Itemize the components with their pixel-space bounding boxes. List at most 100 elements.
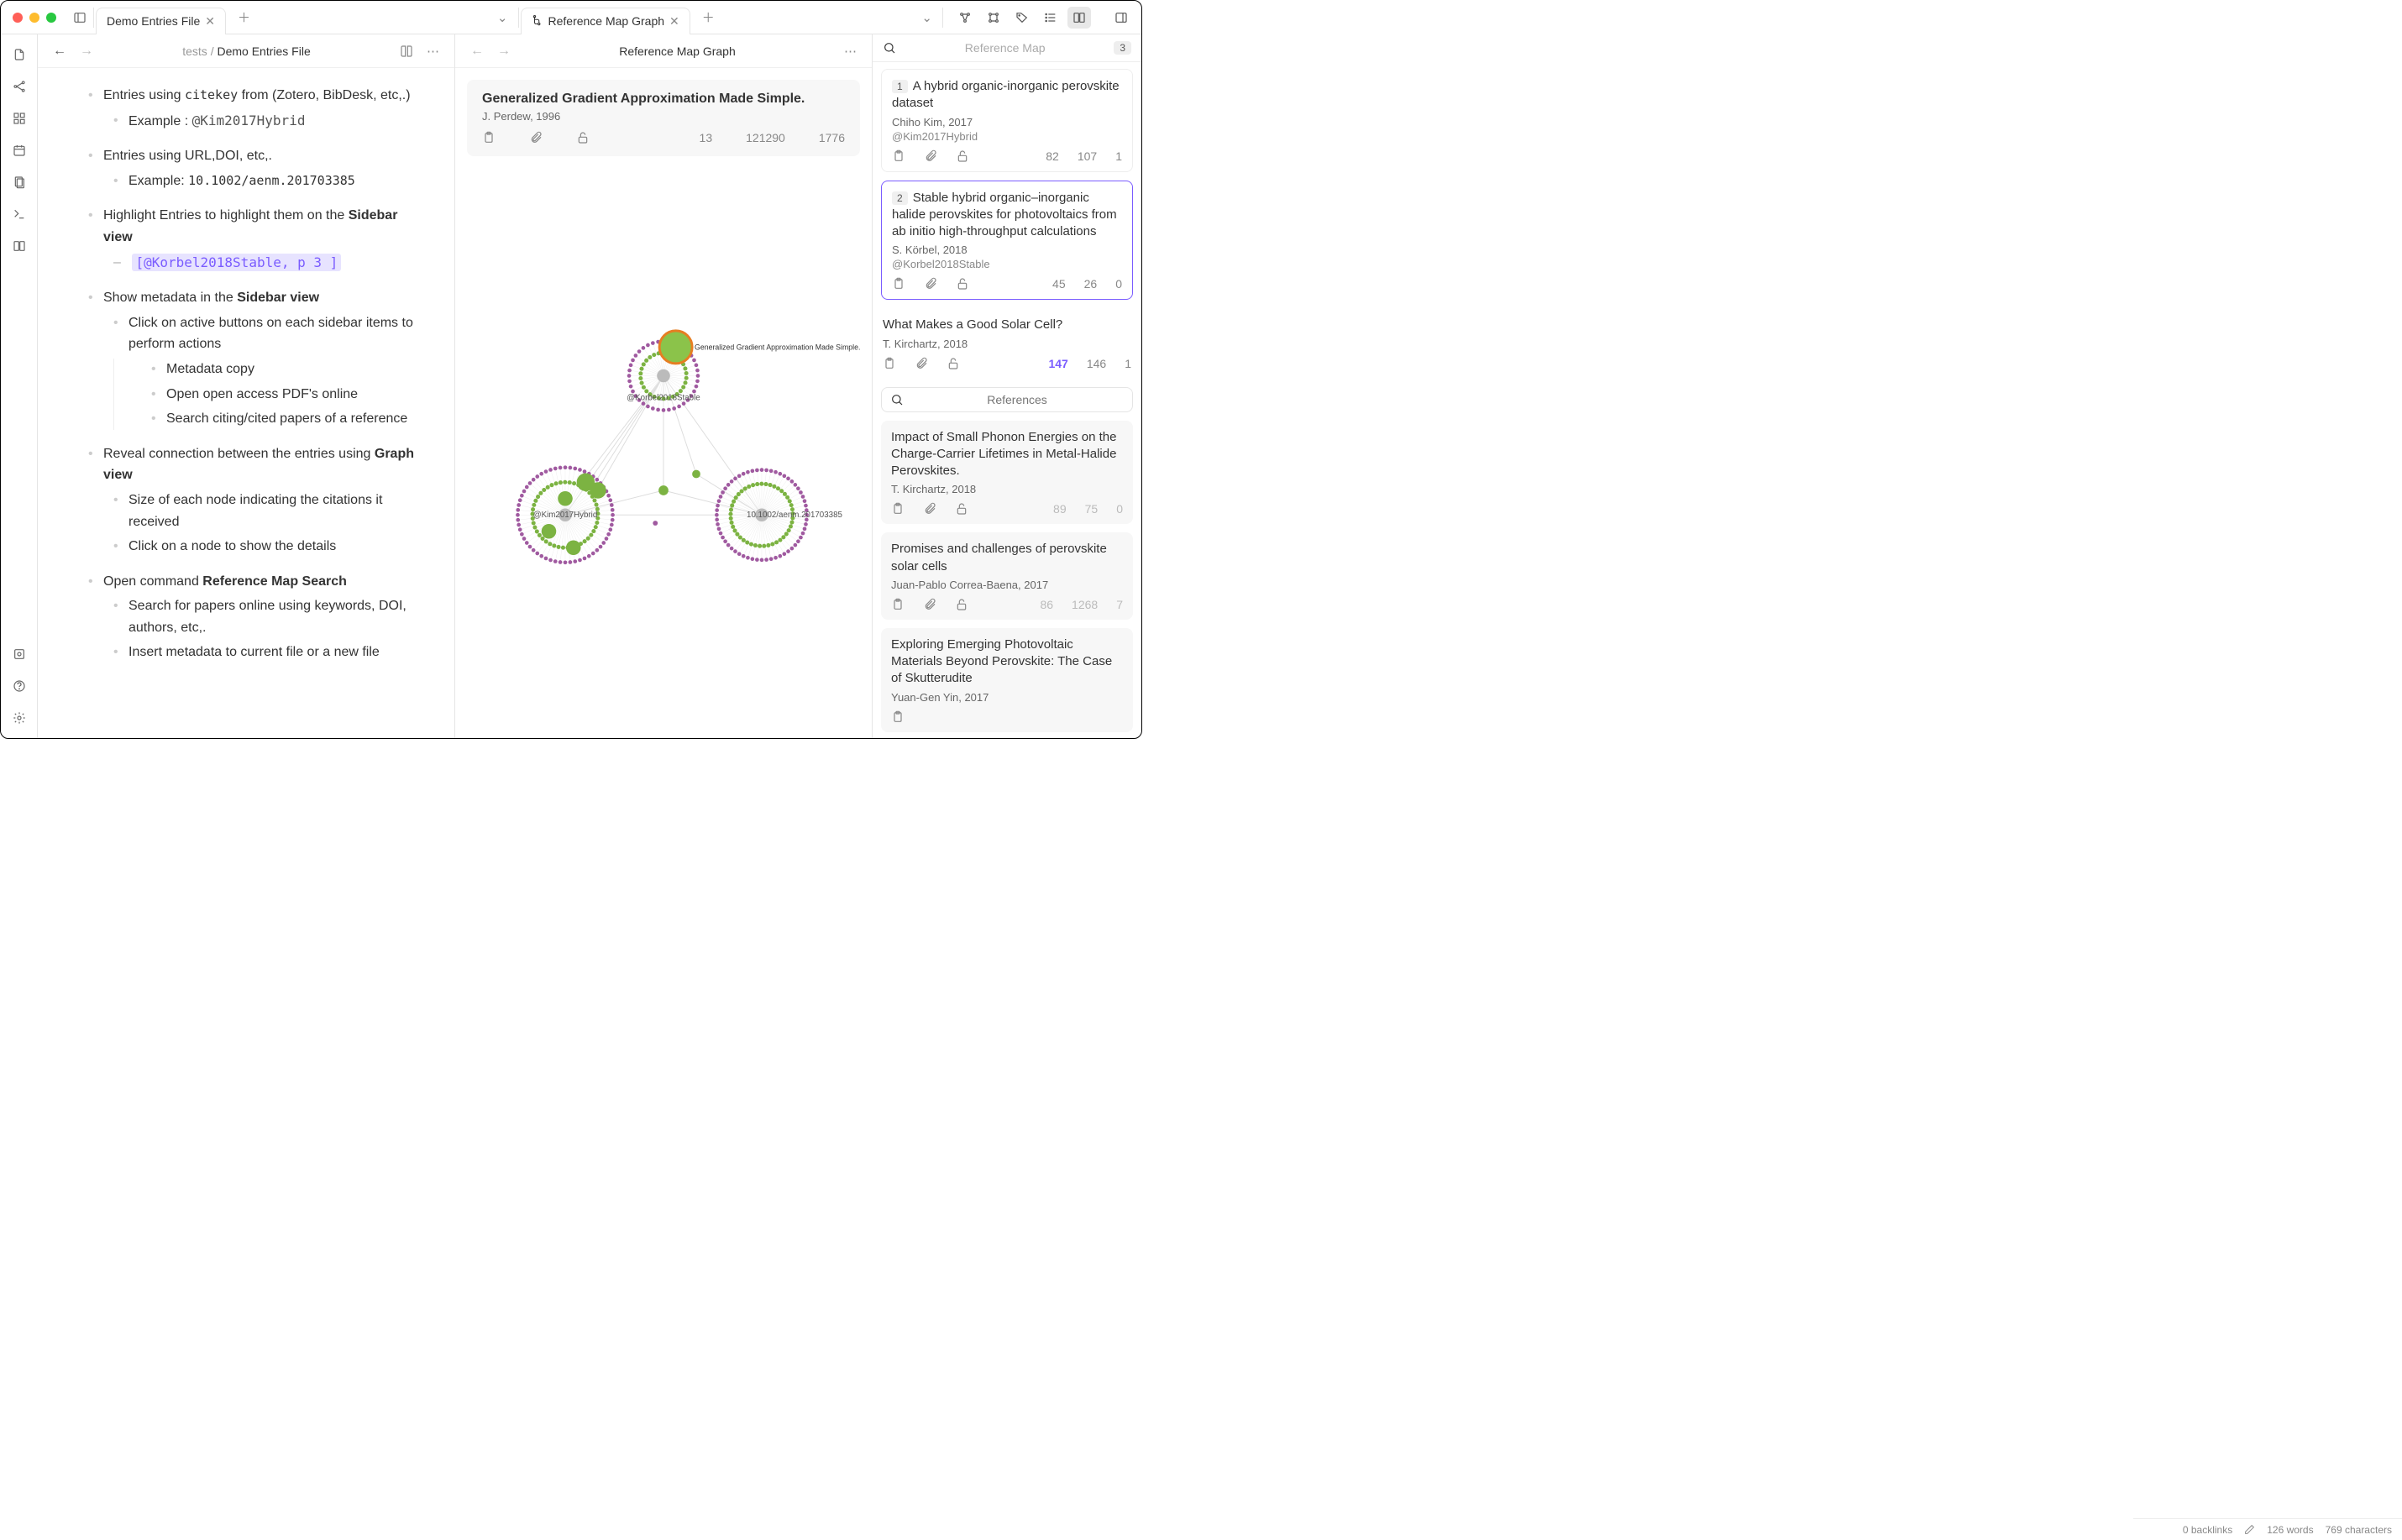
minimize-window[interactable] <box>29 13 39 23</box>
search-icon <box>890 393 904 406</box>
status-bar: 0 backlinks 126 words 769 characters <box>2133 1518 2402 1540</box>
reference-card[interactable]: Exploring Emerging Photovoltaic Material… <box>881 628 1133 732</box>
graph-pane: ← → Reference Map Graph ⋯ Generalized Gr… <box>455 34 873 738</box>
editor-header: ← → tests / Demo Entries File ⋯ <box>38 34 454 68</box>
svg-text:@Kim2017Hybrid: @Kim2017Hybrid <box>533 511 598 520</box>
add-tab-icon[interactable]: ＋ <box>694 8 723 26</box>
stat-citations: 121290 <box>746 131 785 144</box>
search-count: 3 <box>1114 41 1131 55</box>
graph-view-icon[interactable] <box>8 75 31 98</box>
graph-icon[interactable] <box>953 7 977 29</box>
tab-dropdown-icon[interactable]: ⌄ <box>489 10 517 25</box>
clipboard-icon[interactable] <box>892 149 905 163</box>
files-icon[interactable] <box>8 43 31 66</box>
reference-sidebar: 3 1A hybrid organic-inorganic perovskite… <box>873 34 1141 738</box>
sidebar-toggle-icon[interactable] <box>68 6 92 29</box>
reading-mode-icon[interactable] <box>396 41 417 61</box>
more-icon[interactable]: ⋯ <box>841 40 860 62</box>
close-icon[interactable]: ✕ <box>669 14 679 29</box>
tab-reference-map-graph[interactable]: Reference Map Graph ✕ <box>521 8 690 34</box>
clipboard-icon[interactable] <box>891 502 905 516</box>
templates-icon[interactable] <box>8 170 31 194</box>
tag-icon[interactable] <box>1010 7 1034 29</box>
pane-title: Reference Map Graph <box>521 45 834 58</box>
svg-text:10.1002/aenm.201703385: 10.1002/aenm.201703385 <box>747 511 842 520</box>
clipboard-icon[interactable] <box>891 598 905 611</box>
command-icon[interactable] <box>8 202 31 226</box>
svg-text:@Korbel2018Stable: @Korbel2018Stable <box>627 394 700 403</box>
graph-card-meta: J. Perdew, 1996 <box>482 110 845 123</box>
backlinks-count[interactable]: 0 backlinks <box>2183 1524 2232 1536</box>
reference-map-ribbon-icon[interactable] <box>8 234 31 258</box>
daily-note-icon[interactable] <box>8 139 31 162</box>
references-search-input[interactable] <box>910 393 1124 406</box>
toolbar-icons <box>945 7 1141 29</box>
settings-icon[interactable] <box>8 706 31 730</box>
reference-list[interactable]: 1A hybrid organic-inorganic perovskite d… <box>873 62 1141 738</box>
nav-back-icon[interactable]: ← <box>50 40 70 62</box>
open-access-icon[interactable] <box>576 131 590 144</box>
vault-icon[interactable] <box>8 642 31 666</box>
attachment-icon[interactable] <box>923 502 936 516</box>
clipboard-icon[interactable] <box>883 357 896 370</box>
reference-card[interactable]: 2Stable hybrid organic–inorganic halide … <box>881 181 1133 301</box>
attachment-icon[interactable] <box>915 357 928 370</box>
word-count: 126 words <box>2267 1524 2313 1536</box>
attachment-icon[interactable] <box>924 277 937 291</box>
add-tab-icon[interactable]: ＋ <box>229 8 259 26</box>
canvas-icon[interactable] <box>8 107 31 130</box>
stat-influential: 1776 <box>819 131 845 144</box>
edit-icon[interactable] <box>2244 1524 2255 1535</box>
nav-forward-icon[interactable]: → <box>76 40 97 62</box>
graph-header: ← → Reference Map Graph ⋯ <box>455 34 872 68</box>
help-icon[interactable] <box>8 674 31 698</box>
highlighted-citation[interactable]: [@Korbel2018Stable, p 3 ] <box>132 254 341 271</box>
clipboard-icon[interactable] <box>892 277 905 291</box>
open-access-icon[interactable] <box>956 277 969 291</box>
graph-detail-card: Generalized Gradient Approximation Made … <box>467 80 860 156</box>
char-count: 769 characters <box>2326 1524 2392 1536</box>
attachment-icon[interactable] <box>924 149 937 163</box>
outline-icon[interactable] <box>1039 7 1062 29</box>
search-input[interactable] <box>903 41 1107 55</box>
close-icon[interactable]: ✕ <box>205 14 215 29</box>
titlebar: Demo Entries File ✕ ＋ ⌄ Reference Map Gr… <box>1 1 1141 34</box>
nav-back-icon[interactable]: ← <box>467 40 487 62</box>
open-access-icon[interactable] <box>955 598 968 611</box>
open-access-icon[interactable] <box>947 357 960 370</box>
reference-card[interactable]: Promises and challenges of perovskite so… <box>881 532 1133 620</box>
tab-demo-entries[interactable]: Demo Entries File ✕ <box>96 8 226 34</box>
attachment-icon[interactable] <box>529 131 543 144</box>
close-window[interactable] <box>13 13 23 23</box>
attachment-icon[interactable] <box>923 598 936 611</box>
open-access-icon[interactable] <box>956 149 969 163</box>
references-subsearch <box>881 387 1133 412</box>
clipboard-icon[interactable] <box>482 131 496 144</box>
right-sidebar-toggle-icon[interactable] <box>1109 7 1133 29</box>
right-tab-group: Reference Map Graph ✕ ＋ ⌄ <box>521 1 941 34</box>
graph-canvas[interactable]: Generalized Gradient Approximation Made … <box>467 156 860 726</box>
reference-card[interactable]: 1A hybrid organic-inorganic perovskite d… <box>881 69 1133 172</box>
editor-pane: ← → tests / Demo Entries File ⋯ Entries … <box>38 34 455 738</box>
editor-content[interactable]: Entries using citekey from (Zotero, BibD… <box>38 68 454 738</box>
breadcrumb[interactable]: tests / Demo Entries File <box>103 45 390 58</box>
tab-label: Demo Entries File <box>107 14 200 28</box>
search-icon <box>883 41 896 55</box>
graph-card-title: Generalized Gradient Approximation Made … <box>482 92 845 107</box>
reference-map-icon[interactable] <box>1067 7 1091 29</box>
open-access-icon[interactable] <box>955 502 968 516</box>
reference-card[interactable]: What Makes a Good Solar Cell? T. Kirchar… <box>881 308 1133 378</box>
sidebar-search: 3 <box>873 34 1141 62</box>
maximize-window[interactable] <box>46 13 56 23</box>
nav-forward-icon[interactable]: → <box>494 40 514 62</box>
left-tab-group: Demo Entries File ✕ ＋ ⌄ <box>96 1 517 34</box>
clipboard-icon[interactable] <box>891 710 905 724</box>
tab-dropdown-icon[interactable]: ⌄ <box>913 10 941 25</box>
link-icon[interactable] <box>982 7 1005 29</box>
window-controls <box>1 13 68 23</box>
svg-text:Generalized Gradient Approxima: Generalized Gradient Approximation Made … <box>695 343 860 351</box>
more-icon[interactable]: ⋯ <box>423 40 443 62</box>
tab-label: Reference Map Graph <box>548 14 665 28</box>
left-ribbon <box>1 34 38 738</box>
reference-card[interactable]: Impact of Small Phonon Energies on the C… <box>881 421 1133 525</box>
